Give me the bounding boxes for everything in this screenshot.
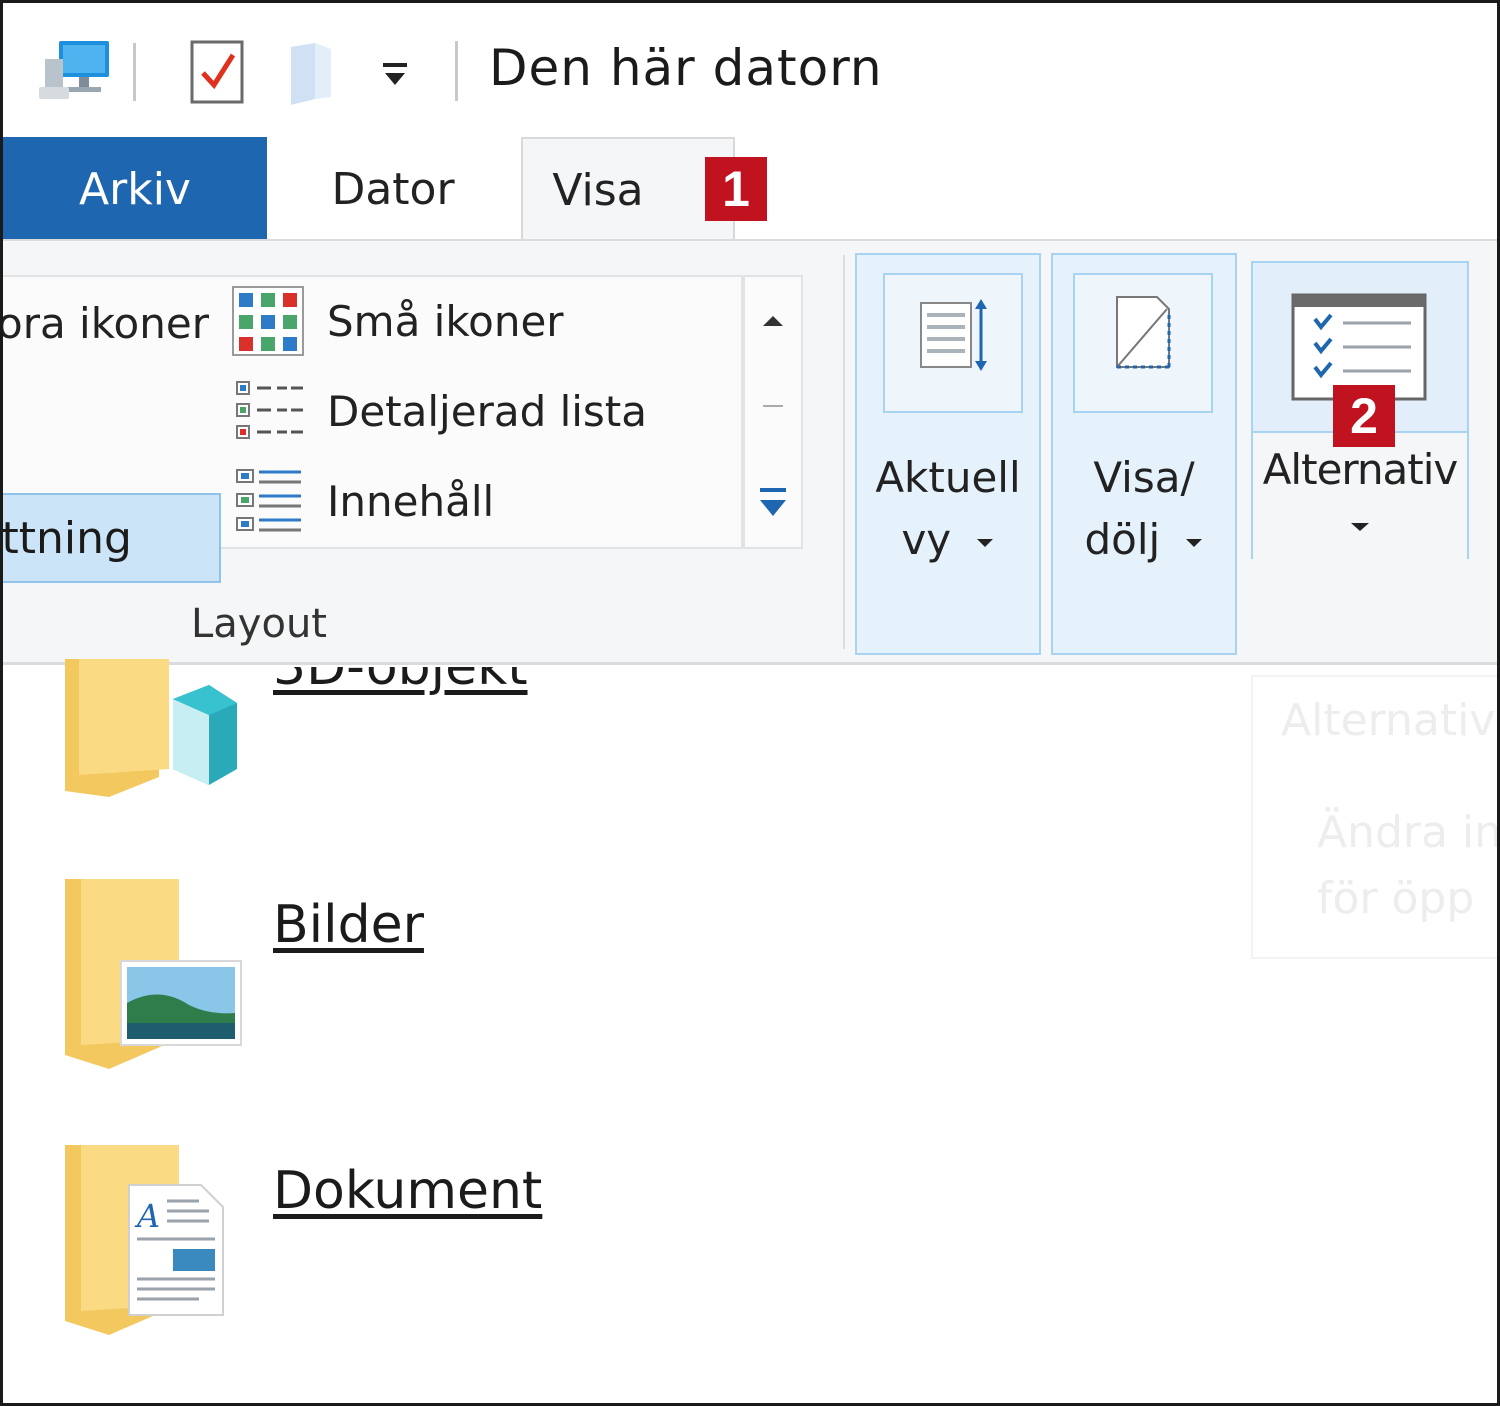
gallery-expand-icon[interactable]	[745, 473, 801, 533]
show-hide-chevron-down-icon	[1185, 538, 1202, 547]
tooltip-ghost: Alternativ Ändra in för öpp	[1251, 675, 1500, 959]
small-icons-icon	[232, 286, 304, 356]
show-hide-label-line2: dölj	[1053, 511, 1235, 569]
tooltip-ghost-title: Alternativ	[1281, 695, 1496, 746]
window-title: Den här datorn	[489, 39, 883, 97]
pictures-folder-icon	[65, 879, 242, 1069]
current-view-label-line1: Aktuell	[875, 453, 1021, 502]
customize-dropdown-icon[interactable]	[379, 59, 411, 91]
current-view-label-line2: vy	[857, 511, 1039, 569]
layout-gallery: ora ikoner Små ikoner Detaljerad lista I…	[3, 275, 743, 583]
tiles-label: fattning	[3, 512, 132, 564]
content-option[interactable]: Innehåll	[231, 463, 494, 539]
3d-objects-folder-icon	[65, 659, 237, 797]
ribbon-tabs: Arkiv Dator Visa 1	[3, 137, 1497, 241]
layout-group-label: Layout	[191, 601, 327, 647]
tab-visa[interactable]: Visa	[521, 137, 735, 241]
folder-list: Alternativ Ändra in för öpp 3D-objekt Bi…	[3, 659, 1500, 1403]
annotation-badge-1: 1	[705, 157, 767, 221]
details-option[interactable]: Detaljerad lista	[231, 375, 647, 447]
documents-folder-icon: A	[65, 1145, 224, 1335]
tab-visa-label: Visa	[552, 164, 644, 216]
small-icons-label: Små ikoner	[327, 296, 564, 346]
options-label: Alternativ	[1262, 445, 1459, 494]
folder-3d-objects[interactable]: 3D-objekt	[3, 659, 603, 827]
large-icons-label: ora ikoner	[0, 298, 209, 348]
options-chevron-down-icon	[1351, 523, 1369, 531]
new-folder-icon[interactable]	[287, 41, 335, 107]
show-hide-button[interactable]: Visa/ dölj	[1051, 253, 1237, 655]
folder-documents-name[interactable]: Dokument	[273, 1161, 542, 1221]
tiles-option-selected[interactable]: fattning	[3, 493, 221, 583]
ribbon-group-separator	[843, 255, 845, 649]
tooltip-ghost-line1: Ändra in	[1317, 807, 1500, 858]
title-separator	[455, 41, 458, 101]
show-hide-icon	[1116, 296, 1171, 369]
current-view-button[interactable]: Aktuell vy	[855, 253, 1041, 655]
svg-text:A: A	[134, 1197, 160, 1235]
details-list-icon	[236, 381, 303, 439]
gallery-scroll-up-icon[interactable]	[745, 301, 801, 341]
details-label: Detaljerad lista	[327, 386, 648, 436]
large-icons-option[interactable]: ora ikoner	[3, 291, 209, 355]
gallery-scroller	[743, 275, 803, 549]
title-bar: Den här datorn	[3, 3, 1497, 135]
annotation-badge-2: 2	[1333, 385, 1395, 447]
tooltip-ghost-line2: för öpp	[1317, 873, 1475, 924]
explorer-window: Den här datorn Arkiv Dator Visa 1 ora ik…	[0, 0, 1500, 1406]
show-hide-icon-frame	[1073, 273, 1213, 413]
folder-documents[interactable]: A Dokument	[3, 1133, 603, 1353]
folder-pictures[interactable]: Bilder	[3, 867, 603, 1087]
show-hide-label-line1: Visa/	[1093, 453, 1195, 502]
current-view-icon-frame	[883, 273, 1023, 413]
current-view-chevron-down-icon	[976, 538, 993, 547]
computer-icon[interactable]	[37, 39, 113, 103]
content-view-icon	[236, 469, 301, 532]
properties-checkmark-icon[interactable]	[189, 39, 245, 105]
small-icons-option[interactable]: Små ikoner	[231, 283, 564, 359]
current-view-icon	[920, 299, 987, 371]
tab-arkiv[interactable]: Arkiv	[3, 137, 267, 241]
content-label: Innehåll	[327, 476, 495, 526]
tab-dator[interactable]: Dator	[283, 137, 503, 241]
gallery-scroll-down-icon[interactable]	[745, 389, 801, 429]
folder-pictures-name[interactable]: Bilder	[273, 895, 424, 955]
quick-access-separator	[133, 43, 136, 101]
ribbon-visa: ora ikoner Små ikoner Detaljerad lista I…	[3, 239, 1497, 665]
options-label-area[interactable]: Alternativ	[1253, 431, 1467, 559]
